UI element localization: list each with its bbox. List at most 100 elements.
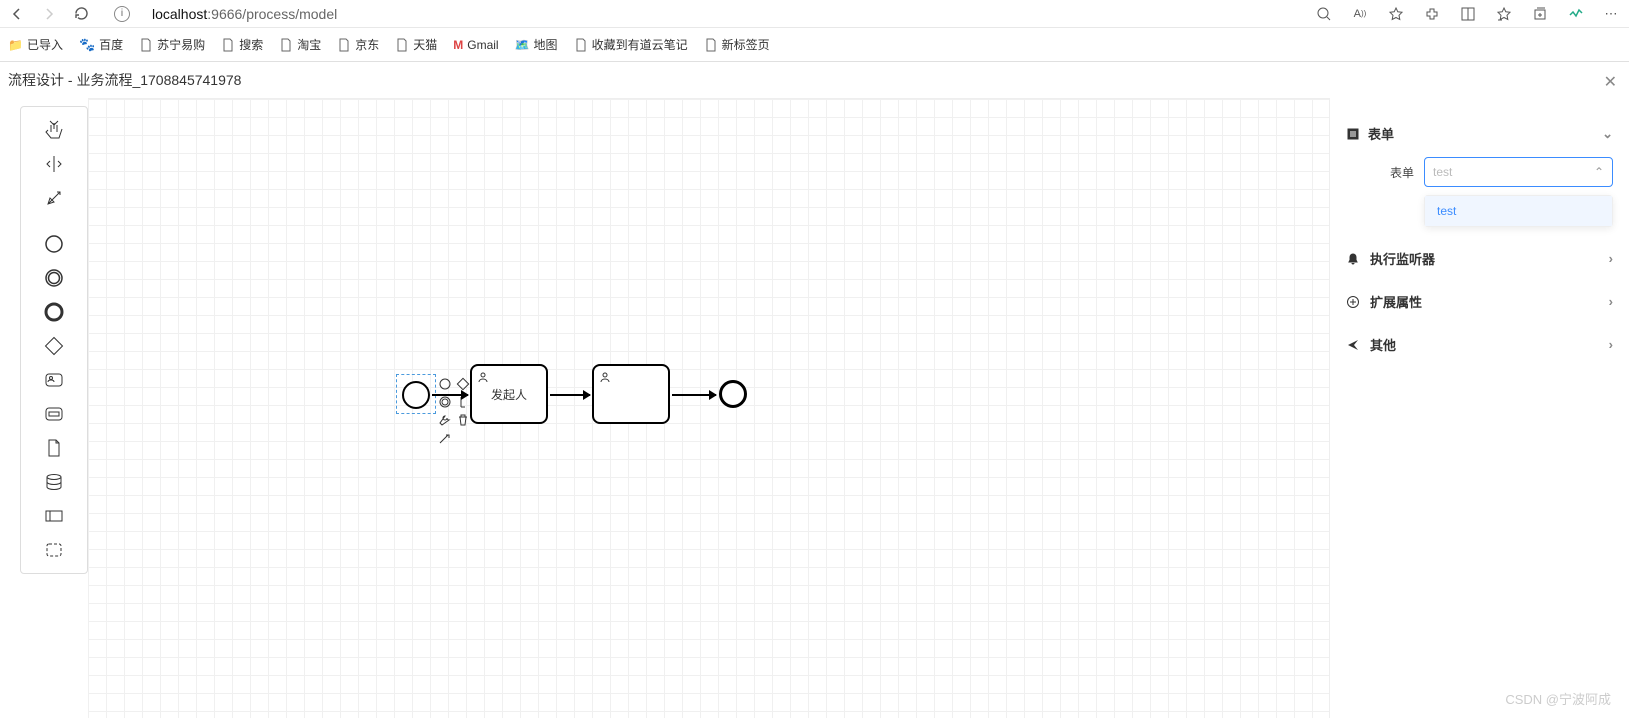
page-icon xyxy=(395,38,409,52)
close-icon[interactable]: ✕ xyxy=(1604,72,1617,92)
page-icon xyxy=(704,38,718,52)
chevron-right-icon: › xyxy=(1609,294,1613,309)
gmail-icon: M xyxy=(453,38,463,52)
bpmn-canvas[interactable]: 发起人 xyxy=(88,98,1329,718)
bookmark-item[interactable]: 搜索 xyxy=(221,36,263,53)
extensions-icon[interactable] xyxy=(1423,5,1441,23)
pad-wrench-icon[interactable] xyxy=(438,413,452,427)
section-extension[interactable]: 扩展属性 › xyxy=(1342,280,1617,323)
back-button[interactable] xyxy=(8,5,26,23)
end-event[interactable] xyxy=(719,380,747,408)
zoom-icon[interactable] xyxy=(1315,5,1333,23)
page-title-bar: 流程设计 - 业务流程_1708845741978 ✕ xyxy=(0,62,1629,98)
folder-icon: 📁 xyxy=(8,38,23,52)
bookmark-item[interactable]: 收藏到有道云笔记 xyxy=(574,36,688,53)
select-placeholder: test xyxy=(1433,165,1452,179)
section-form-header[interactable]: 表单 ⌄ xyxy=(1346,124,1613,143)
properties-panel: 表单 ⌄ 表单 test ⌃ test 执行监听器 › 扩展属性 › xyxy=(1329,98,1629,718)
chevron-right-icon: › xyxy=(1609,337,1613,352)
site-info-icon[interactable]: i xyxy=(114,6,130,22)
page-icon xyxy=(337,38,351,52)
bookmark-item[interactable]: 🗺️地图 xyxy=(515,36,558,53)
bookmark-item[interactable]: 🐾百度 xyxy=(79,36,123,53)
split-icon[interactable] xyxy=(1459,5,1477,23)
url-host: localhost xyxy=(152,6,207,22)
user-task-tool[interactable] xyxy=(35,365,73,395)
select-dropdown: test xyxy=(1424,195,1613,227)
collections-icon[interactable] xyxy=(1531,5,1549,23)
user-task-2[interactable] xyxy=(592,364,670,424)
browser-actions: A)) ⋯ xyxy=(1315,5,1621,23)
section-other[interactable]: 其他 › xyxy=(1342,323,1617,366)
favorite-icon[interactable] xyxy=(1387,5,1405,23)
section-title: 其他 xyxy=(1370,335,1396,354)
plus-circle-icon xyxy=(1346,295,1360,309)
task-tool[interactable] xyxy=(35,399,73,429)
bookmark-item[interactable]: 新标签页 xyxy=(704,36,770,53)
user-icon xyxy=(476,370,490,384)
baidu-icon: 🐾 xyxy=(79,37,95,53)
start-event-tool[interactable] xyxy=(35,229,73,259)
user-task-1[interactable]: 发起人 xyxy=(470,364,548,424)
tool-palette xyxy=(20,106,88,574)
map-icon: 🗺️ xyxy=(515,38,530,52)
sequence-flow[interactable] xyxy=(550,394,590,396)
lasso-tool[interactable] xyxy=(35,149,73,179)
group-tool[interactable] xyxy=(35,535,73,565)
form-icon xyxy=(1346,127,1360,141)
sequence-flow[interactable] xyxy=(672,394,716,396)
section-title: 表单 xyxy=(1368,124,1394,143)
hand-tool[interactable] xyxy=(35,115,73,145)
start-event[interactable] xyxy=(402,381,430,409)
pad-start-icon[interactable] xyxy=(438,377,452,391)
chevron-down-icon: ⌄ xyxy=(1602,126,1613,142)
select-option[interactable]: test xyxy=(1425,196,1612,226)
read-aloud-icon[interactable]: A)) xyxy=(1351,5,1369,23)
favorites-list-icon[interactable] xyxy=(1495,5,1513,23)
bookmarks-bar: 📁已导入 🐾百度 苏宁易购 搜索 淘宝 京东 天猫 MGmail 🗺️地图 收藏… xyxy=(0,28,1629,62)
bell-icon xyxy=(1346,252,1360,266)
more-icon[interactable]: ⋯ xyxy=(1603,5,1621,23)
content-area: 发起人 表单 ⌄ 表单 test ⌃ test xyxy=(0,98,1629,718)
bookmark-item[interactable]: MGmail xyxy=(453,38,498,52)
form-field-row: 表单 test ⌃ xyxy=(1346,157,1613,187)
gateway-tool[interactable] xyxy=(35,331,73,361)
chevron-right-icon: › xyxy=(1609,251,1613,266)
task-label: 发起人 xyxy=(491,386,527,403)
form-label: 表单 xyxy=(1346,164,1414,181)
bookmark-item[interactable]: 📁已导入 xyxy=(8,36,63,53)
forward-button[interactable] xyxy=(40,5,58,23)
space-tool[interactable] xyxy=(35,183,73,213)
participant-tool[interactable] xyxy=(35,501,73,531)
send-icon xyxy=(1346,338,1360,352)
pad-intermediate-icon[interactable] xyxy=(438,395,452,409)
end-event-tool[interactable] xyxy=(35,297,73,327)
chevron-up-icon: ⌃ xyxy=(1594,165,1604,179)
performance-icon[interactable] xyxy=(1567,5,1585,23)
pad-gateway-icon[interactable] xyxy=(456,377,470,391)
bookmark-item[interactable]: 京东 xyxy=(337,36,379,53)
pad-connect-icon[interactable] xyxy=(438,431,452,445)
address-bar[interactable]: localhost:9666/process/model xyxy=(152,6,337,22)
url-path: :9666/process/model xyxy=(207,6,337,22)
page-title: 流程设计 - 业务流程_1708845741978 xyxy=(8,70,241,90)
intermediate-event-tool[interactable] xyxy=(35,263,73,293)
user-icon xyxy=(598,370,612,384)
watermark: CSDN @宁波阿成 xyxy=(1505,689,1611,708)
page-icon xyxy=(221,38,235,52)
subprocess-tool[interactable] xyxy=(35,433,73,463)
page-icon xyxy=(574,38,588,52)
bookmark-item[interactable]: 天猫 xyxy=(395,36,437,53)
data-store-tool[interactable] xyxy=(35,467,73,497)
browser-toolbar: i localhost:9666/process/model A)) ⋯ xyxy=(0,0,1629,28)
page-icon xyxy=(279,38,293,52)
bookmark-item[interactable]: 淘宝 xyxy=(279,36,321,53)
sequence-flow[interactable] xyxy=(432,394,468,396)
section-listener[interactable]: 执行监听器 › xyxy=(1342,237,1617,280)
section-title: 扩展属性 xyxy=(1370,292,1422,311)
form-select[interactable]: test ⌃ xyxy=(1424,157,1613,187)
pad-delete-icon[interactable] xyxy=(456,413,470,427)
bookmark-item[interactable]: 苏宁易购 xyxy=(139,36,205,53)
refresh-button[interactable] xyxy=(72,5,90,23)
page-icon xyxy=(139,38,153,52)
